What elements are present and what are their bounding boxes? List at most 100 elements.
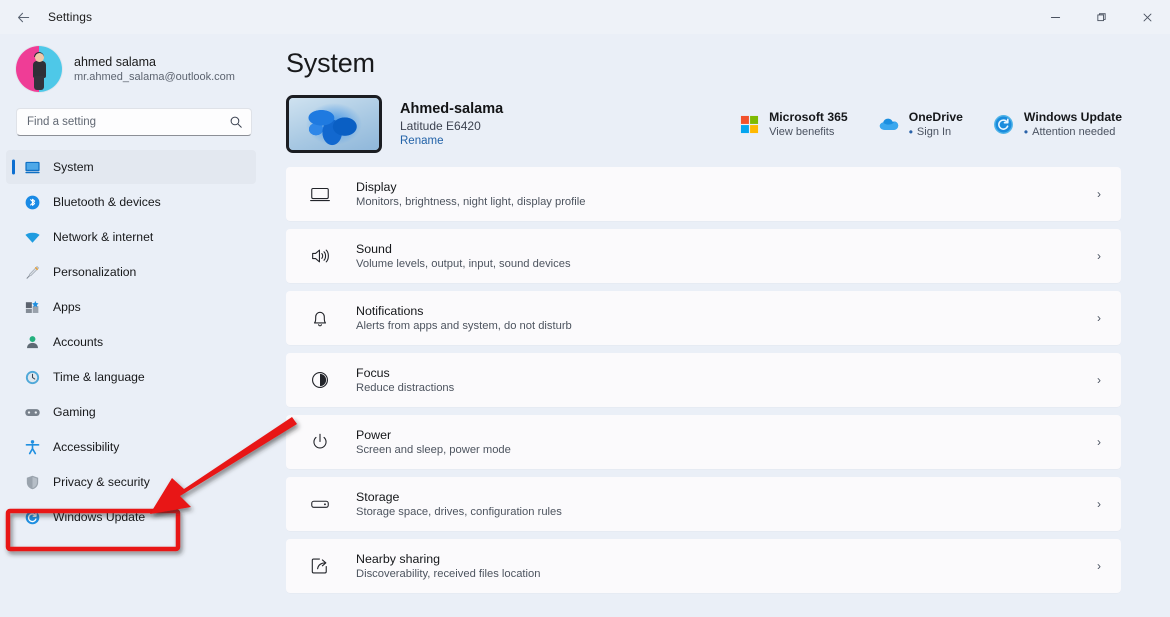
- chevron-right-icon: ›: [1097, 435, 1101, 449]
- status-sub-text: Attention needed: [1032, 126, 1116, 138]
- sidebar-item-label: Accounts: [53, 335, 104, 349]
- sidebar-item-label: Accessibility: [53, 440, 120, 454]
- status-sub: • Attention needed: [1024, 126, 1122, 138]
- profile-email: mr.ahmed_salama@outlook.com: [74, 71, 235, 83]
- window-controls: [1032, 0, 1170, 34]
- device-summary: Ahmed-salama Latitude E6420 Rename Micro…: [286, 93, 1150, 155]
- status-windows-update[interactable]: Windows Update • Attention needed: [993, 110, 1122, 138]
- sidebar-item-windows-update[interactable]: Windows Update: [6, 500, 256, 534]
- status-onedrive[interactable]: OneDrive • Sign In: [878, 110, 963, 138]
- drive-icon: [308, 492, 332, 516]
- apps-icon: [24, 299, 41, 316]
- sidebar-item-gaming[interactable]: Gaming: [6, 395, 256, 429]
- settings-list: Display Monitors, brightness, night ligh…: [286, 167, 1150, 593]
- search-input[interactable]: [27, 116, 229, 128]
- sidebar-item-time-language[interactable]: Time & language: [6, 360, 256, 394]
- accessibility-icon: [24, 439, 41, 456]
- settings-row-power[interactable]: Power Screen and sleep, power mode ›: [286, 415, 1121, 469]
- status-sub: View benefits: [769, 126, 835, 138]
- settings-row-display[interactable]: Display Monitors, brightness, night ligh…: [286, 167, 1121, 221]
- monitor-icon: [24, 159, 41, 176]
- settings-row-notifications[interactable]: Notifications Alerts from apps and syste…: [286, 291, 1121, 345]
- chevron-right-icon: ›: [1097, 311, 1101, 325]
- main-content: System Ahmed-salama Latitude E6420 Renam…: [266, 34, 1170, 617]
- row-title: Notifications: [356, 304, 424, 318]
- status-widgets: Microsoft 365 View benefits OneDrive • S…: [738, 110, 1150, 138]
- app-shell: ahmed salama mr.ahmed_salama@outlook.com: [0, 34, 1170, 617]
- settings-row-storage[interactable]: Storage Storage space, drives, configura…: [286, 477, 1121, 531]
- sidebar-item-label: Privacy & security: [53, 475, 150, 489]
- sidebar-item-label: Network & internet: [53, 230, 154, 244]
- minimize-button[interactable]: [1032, 0, 1078, 34]
- settings-row-sound[interactable]: Sound Volume levels, output, input, soun…: [286, 229, 1121, 283]
- row-subtitle: Alerts from apps and system, do not dist…: [356, 320, 572, 332]
- sidebar-item-accessibility[interactable]: Accessibility: [6, 430, 256, 464]
- sidebar-item-personalization[interactable]: Personalization: [6, 255, 256, 289]
- sidebar-item-accounts[interactable]: Accounts: [6, 325, 256, 359]
- gamepad-icon: [24, 404, 41, 421]
- settings-row-nearby-sharing[interactable]: Nearby sharing Discoverability, received…: [286, 539, 1121, 593]
- monitor-icon: [308, 182, 332, 206]
- user-profile[interactable]: ahmed salama mr.ahmed_salama@outlook.com: [0, 34, 266, 104]
- row-title: Power: [356, 428, 392, 442]
- status-title: Microsoft 365: [769, 110, 848, 124]
- chevron-right-icon: ›: [1097, 249, 1101, 263]
- paintbrush-icon: [24, 264, 41, 281]
- page-title: System: [286, 48, 375, 78]
- status-sub: • Sign In: [909, 126, 963, 138]
- speaker-icon: [308, 244, 332, 268]
- sidebar-item-label: Gaming: [53, 405, 96, 419]
- clock-icon: [24, 369, 41, 386]
- onedrive-cloud-icon: [878, 113, 900, 135]
- row-subtitle: Storage space, drives, configuration rul…: [356, 506, 562, 518]
- wifi-icon: [24, 229, 41, 246]
- row-subtitle: Reduce distractions: [356, 382, 455, 394]
- row-title: Sound: [356, 242, 392, 256]
- row-title: Focus: [356, 366, 390, 380]
- status-dot-icon: •: [1023, 125, 1029, 139]
- status-microsoft-365[interactable]: Microsoft 365 View benefits: [738, 110, 848, 138]
- row-title: Storage: [356, 490, 400, 504]
- title-bar: Settings: [0, 0, 1170, 34]
- maximize-icon: [1096, 12, 1106, 21]
- minimize-icon: [1050, 16, 1060, 18]
- rename-link[interactable]: Rename: [400, 135, 503, 147]
- share-icon: [308, 554, 332, 578]
- sidebar-item-apps[interactable]: Apps: [6, 290, 256, 324]
- close-button[interactable]: [1124, 0, 1170, 34]
- chevron-right-icon: ›: [1097, 497, 1101, 511]
- shield-icon: [24, 474, 41, 491]
- window-title: Settings: [48, 10, 93, 24]
- update-refresh-icon: [24, 509, 41, 526]
- back-arrow-icon: [17, 12, 29, 22]
- settings-row-focus[interactable]: Focus Reduce distractions ›: [286, 353, 1121, 407]
- sidebar-item-bluetooth-devices[interactable]: Bluetooth & devices: [6, 185, 256, 219]
- device-model: Latitude E6420: [400, 119, 481, 133]
- bluetooth-icon: [24, 194, 41, 211]
- search-box[interactable]: [16, 108, 252, 136]
- chevron-right-icon: ›: [1097, 187, 1101, 201]
- sidebar-item-label: Time & language: [53, 370, 145, 384]
- row-subtitle: Discoverability, received files location: [356, 568, 541, 580]
- status-sub-text: Sign In: [916, 126, 952, 138]
- sidebar-item-label: Bluetooth & devices: [53, 195, 161, 209]
- chevron-right-icon: ›: [1097, 373, 1101, 387]
- device-name: Ahmed-salama: [400, 101, 504, 117]
- sidebar-item-label: Personalization: [53, 265, 137, 279]
- status-dot-icon: •: [908, 125, 913, 139]
- row-title: Display: [356, 180, 397, 194]
- power-icon: [308, 430, 332, 454]
- sidebar-item-system[interactable]: System: [6, 150, 256, 184]
- close-icon: [1143, 13, 1151, 21]
- maximize-button[interactable]: [1078, 0, 1124, 34]
- search-icon: [229, 115, 243, 129]
- row-title: Nearby sharing: [356, 552, 441, 566]
- sidebar: ahmed salama mr.ahmed_salama@outlook.com: [0, 34, 266, 617]
- chevron-right-icon: ›: [1097, 559, 1101, 573]
- sidebar-item-network-internet[interactable]: Network & internet: [6, 220, 256, 254]
- back-button[interactable]: [6, 2, 40, 32]
- sidebar-item-privacy-security[interactable]: Privacy & security: [6, 465, 256, 499]
- status-title: OneDrive: [908, 110, 963, 124]
- row-subtitle: Monitors, brightness, night light, displ…: [356, 196, 586, 208]
- bell-icon: [308, 306, 332, 330]
